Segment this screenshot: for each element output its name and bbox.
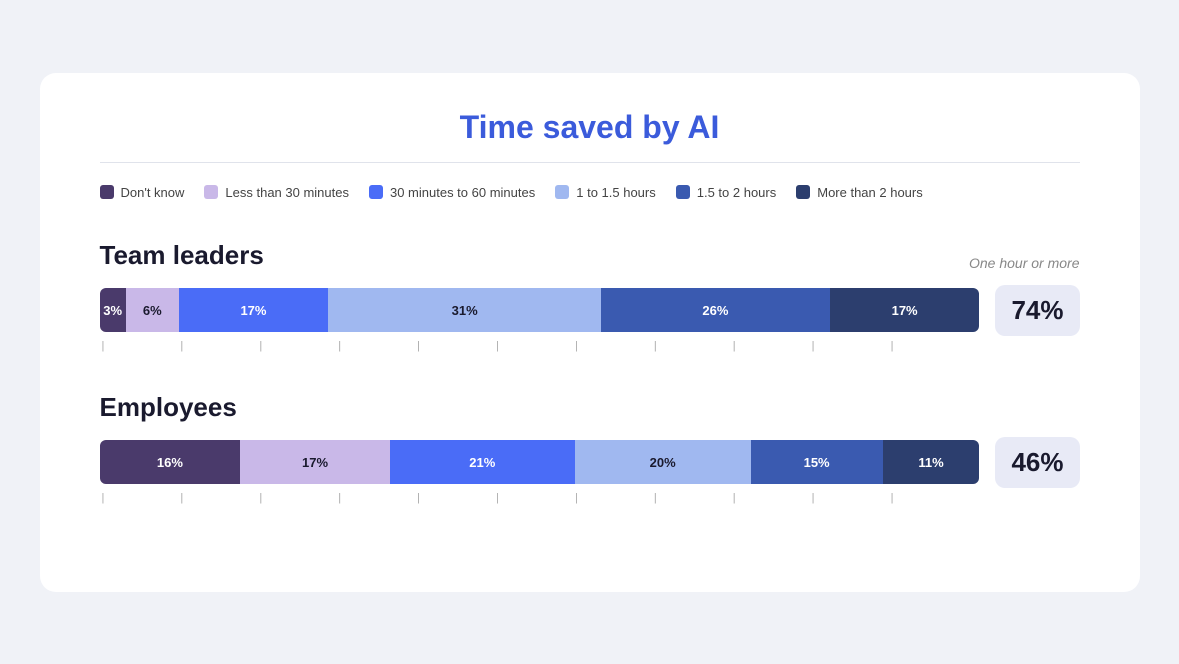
tick-employees-2 — [257, 492, 336, 504]
tick-team-leaders-5 — [494, 340, 573, 352]
legend-item-gt-2: More than 2 hours — [796, 185, 923, 200]
bar-segment-team-leaders-2: 17% — [179, 288, 329, 332]
legend-swatch-1.5-2 — [676, 185, 690, 199]
tick-employees-10 — [889, 492, 968, 504]
tick-employees-5 — [494, 492, 573, 504]
title-text: Time saved by — [460, 109, 688, 145]
bar-segment-team-leaders-0: 3% — [100, 288, 126, 332]
legend-item-1-1.5: 1 to 1.5 hours — [555, 185, 656, 200]
section-header-employees: Employees — [100, 392, 1080, 423]
legend-swatch-1-1.5 — [555, 185, 569, 199]
tick-employees-4 — [415, 492, 494, 504]
legend-label-dont-know: Don't know — [121, 185, 185, 200]
tick-employees-8 — [731, 492, 810, 504]
tick-row-team-leaders — [100, 340, 1080, 352]
section-employees: Employees 16%17%21%20%15%11% 46% — [100, 392, 1080, 504]
title-highlight: AI — [687, 109, 719, 145]
tick-team-leaders-7 — [652, 340, 731, 352]
section-team-leaders: Team leadersOne hour or more3%6%17%31%26… — [100, 240, 1080, 352]
tick-employees-1 — [178, 492, 257, 504]
bar-segment-team-leaders-3: 31% — [328, 288, 601, 332]
tick-team-leaders-8 — [731, 340, 810, 352]
bar-segment-employees-2: 21% — [390, 440, 575, 484]
tick-employees-6 — [573, 492, 652, 504]
bar-segment-employees-3: 20% — [575, 440, 751, 484]
legend-label-lt-30: Less than 30 minutes — [225, 185, 349, 200]
legend-swatch-30-60 — [369, 185, 383, 199]
tick-team-leaders-0 — [100, 340, 179, 352]
legend: Don't know Less than 30 minutes 30 minutes… — [100, 185, 1080, 200]
legend-item-30-60: 30 minutes to 60 minutes — [369, 185, 535, 200]
bar-segment-team-leaders-5: 17% — [830, 288, 980, 332]
bar-row-team-leaders: 3%6%17%31%26%17%74% — [100, 285, 1080, 336]
total-badge-employees: 46% — [995, 437, 1079, 488]
tick-employees-7 — [652, 492, 731, 504]
tick-employees-3 — [336, 492, 415, 504]
legend-swatch-dont-know — [100, 185, 114, 199]
section-subtitle-team-leaders: One hour or more — [969, 255, 1080, 271]
total-badge-team-leaders: 74% — [995, 285, 1079, 336]
legend-item-lt-30: Less than 30 minutes — [204, 185, 349, 200]
chart-title: Time saved by AI — [100, 109, 1080, 146]
tick-employees-0 — [100, 492, 179, 504]
legend-swatch-lt-30 — [204, 185, 218, 199]
main-card: Time saved by AI Don't know Less than 30 … — [40, 73, 1140, 592]
legend-label-gt-2: More than 2 hours — [817, 185, 923, 200]
tick-employees-9 — [810, 492, 889, 504]
legend-label-1-1.5: 1 to 1.5 hours — [576, 185, 656, 200]
bar-segment-employees-4: 15% — [751, 440, 883, 484]
bar-row-employees: 16%17%21%20%15%11% 46% — [100, 437, 1080, 488]
tick-team-leaders-3 — [336, 340, 415, 352]
section-title-employees: Employees — [100, 392, 237, 423]
bar-segment-team-leaders-4: 26% — [601, 288, 830, 332]
bar-segment-employees-1: 17% — [240, 440, 390, 484]
tick-team-leaders-1 — [178, 340, 257, 352]
tick-team-leaders-2 — [257, 340, 336, 352]
bar-segment-employees-0: 16% — [100, 440, 241, 484]
tick-row-employees — [100, 492, 1080, 504]
legend-swatch-gt-2 — [796, 185, 810, 199]
legend-label-30-60: 30 minutes to 60 minutes — [390, 185, 535, 200]
bar-segment-team-leaders-1: 6% — [126, 288, 179, 332]
legend-item-dont-know: Don't know — [100, 185, 185, 200]
tick-team-leaders-4 — [415, 340, 494, 352]
section-title-team-leaders: Team leaders — [100, 240, 264, 271]
title-divider — [100, 162, 1080, 163]
bar-segment-employees-5: 11% — [883, 440, 980, 484]
stacked-bar-team-leaders: 3%6%17%31%26%17% — [100, 288, 980, 332]
tick-team-leaders-10 — [889, 340, 968, 352]
legend-item-1.5-2: 1.5 to 2 hours — [676, 185, 777, 200]
tick-team-leaders-6 — [573, 340, 652, 352]
stacked-bar-employees: 16%17%21%20%15%11% — [100, 440, 980, 484]
section-header-team-leaders: Team leaders One hour or more — [100, 240, 1080, 271]
legend-label-1.5-2: 1.5 to 2 hours — [697, 185, 777, 200]
tick-team-leaders-9 — [810, 340, 889, 352]
